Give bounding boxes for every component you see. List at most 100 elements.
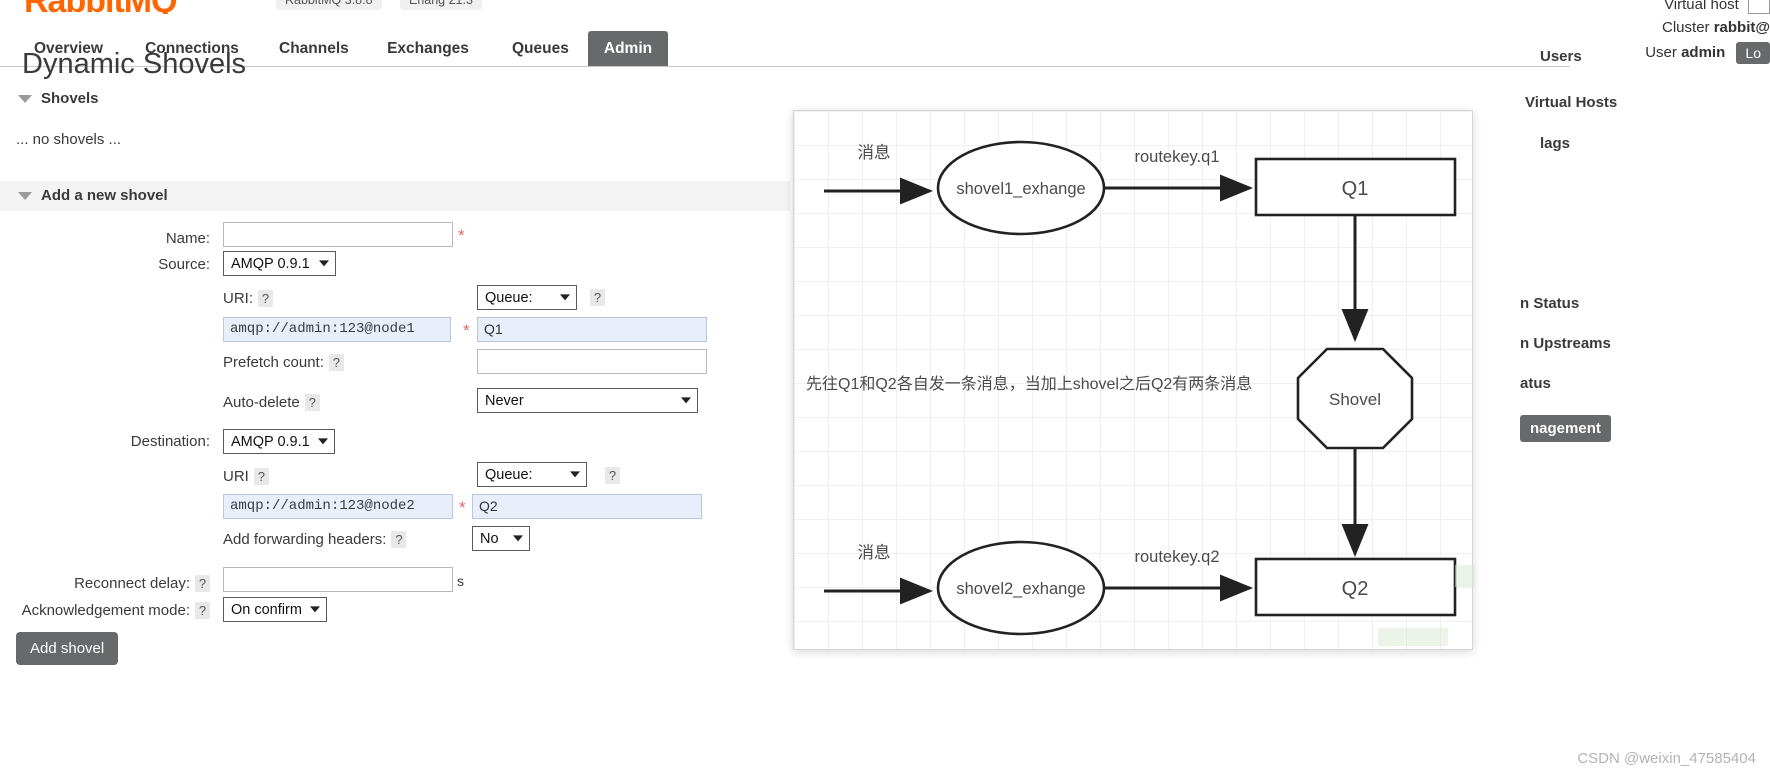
virtual-host-row: Virtual host — [1440, 0, 1770, 14]
ack-mode-label-text: Acknowledgement mode: — [21, 602, 190, 619]
page-fragment — [1455, 565, 1475, 587]
page-title: Dynamic Shovels — [22, 48, 247, 80]
help-icon[interactable]: ? — [590, 289, 605, 306]
forwarding-headers-value: No — [480, 531, 499, 547]
ack-mode-select[interactable]: On confirm — [223, 597, 327, 622]
auto-delete-value: Never — [485, 393, 524, 409]
chevron-down-icon — [681, 396, 691, 403]
destination-queue-select-value: Queue: — [485, 467, 533, 483]
destination-protocol-select[interactable]: AMQP 0.9.1 — [223, 429, 335, 454]
source-label: Source: — [158, 256, 210, 273]
source-uri-required-marker: * — [463, 321, 470, 340]
help-icon[interactable]: ? — [258, 290, 273, 307]
name-required-marker: * — [458, 226, 465, 245]
chevron-down-icon — [18, 192, 32, 201]
chevron-down-icon — [318, 437, 328, 444]
destination-queue-select[interactable]: Queue: — [477, 462, 587, 487]
destination-queue-input[interactable]: Q2 — [472, 494, 702, 519]
erlang-chip: Erlang 21.3 — [400, 0, 482, 10]
reconnect-delay-label: Reconnect delay:? — [35, 575, 210, 592]
main-nav: Overview Connections Channels Exchanges Queu… — [0, 31, 1770, 67]
chevron-down-icon — [18, 95, 32, 104]
watermark: CSDN @weixin_47585404 — [1577, 750, 1756, 767]
prefetch-count-input[interactable] — [477, 349, 707, 374]
no-shovels-message: ... no shovels ... — [16, 131, 122, 148]
queue2-label: Q2 — [1342, 578, 1369, 600]
diagram-canvas: shovel1_exhange 消息 routekey.q1 Q1 Shovel… — [806, 140, 1457, 636]
source-uri-label-text: URI: — [223, 290, 253, 307]
message-label-2: 消息 — [858, 543, 891, 562]
shovel-node-label: Shovel — [1329, 390, 1381, 409]
admin-menu-item-0[interactable]: Users — [1540, 48, 1582, 65]
ack-mode-label: Acknowledgement mode:? — [5, 602, 210, 619]
source-uri-input[interactable]: amqp://admin:123@node1 — [223, 317, 451, 342]
diagram-annotation: 先往Q1和Q2各自发一条消息，当加上shovel之后Q2有两条消息 — [806, 375, 1252, 393]
help-icon[interactable]: ? — [391, 531, 407, 548]
help-icon[interactable]: ? — [195, 575, 210, 592]
rabbitmq-logo: RabbitMQ — [24, 0, 178, 14]
chevron-down-icon — [310, 605, 320, 612]
tab-exchanges[interactable]: Exchanges — [370, 31, 486, 67]
admin-menu-item-3[interactable]: n Status — [1520, 295, 1579, 312]
virtual-host-label: Virtual host — [1664, 0, 1739, 13]
prefetch-count-label-text: Prefetch count: — [223, 354, 324, 371]
auto-delete-label: Auto-delete? — [223, 394, 320, 411]
destination-uri-input[interactable]: amqp://admin:123@node2 — [223, 494, 453, 519]
add-shovel-section-header[interactable]: Add a new shovel — [18, 187, 168, 204]
help-icon[interactable]: ? — [605, 467, 620, 484]
admin-menu-item-2[interactable]: lags — [1540, 135, 1570, 152]
chevron-down-icon — [513, 534, 523, 541]
routekey1-label: routekey.q1 — [1135, 148, 1220, 166]
auto-delete-select[interactable]: Never — [477, 388, 698, 413]
prefetch-count-label: Prefetch count:? — [223, 354, 344, 371]
help-icon[interactable]: ? — [253, 468, 269, 485]
name-label: Name: — [165, 230, 210, 247]
virtual-host-select[interactable] — [1748, 0, 1770, 14]
add-shovel-button[interactable]: Add shovel — [16, 632, 119, 665]
add-shovel-section-label: Add a new shovel — [41, 187, 168, 204]
chevron-down-icon — [570, 470, 580, 477]
auto-delete-label-text: Auto-delete — [223, 394, 300, 411]
shovels-section-label: Shovels — [41, 90, 99, 107]
ack-mode-value: On confirm — [231, 602, 302, 618]
source-protocol-value: AMQP 0.9.1 — [231, 256, 310, 272]
forwarding-headers-label-text: Add forwarding headers: — [223, 531, 387, 548]
exchange1-label: shovel1_exhange — [956, 180, 1085, 198]
reconnect-delay-unit: s — [457, 573, 464, 589]
shovels-section-header[interactable]: Shovels — [18, 90, 99, 107]
page-fragment — [1378, 628, 1448, 646]
destination-uri-label-text: URI — [223, 468, 249, 485]
tab-admin[interactable]: Admin — [588, 31, 668, 67]
destination-protocol-value: AMQP 0.9.1 — [231, 434, 310, 450]
name-input[interactable] — [223, 222, 453, 247]
forwarding-headers-select[interactable]: No — [472, 526, 530, 551]
admin-menu-item-5[interactable]: atus — [1520, 375, 1551, 392]
source-queue-input[interactable]: Q1 — [477, 317, 707, 342]
chevron-down-icon — [560, 293, 570, 300]
message-label-1: 消息 — [858, 143, 891, 162]
source-queue-select-value: Queue: — [485, 290, 533, 306]
shovel-architecture-diagram: shovel1_exhange 消息 routekey.q1 Q1 Shovel… — [793, 110, 1473, 650]
queue1-label: Q1 — [1342, 178, 1369, 200]
admin-menu-item-1[interactable]: Virtual Hosts — [1525, 94, 1617, 111]
reconnect-delay-input[interactable] — [223, 567, 453, 592]
forwarding-headers-label: Add forwarding headers:? — [223, 531, 407, 548]
help-icon[interactable]: ? — [195, 602, 210, 619]
chevron-down-icon — [319, 259, 329, 266]
help-icon[interactable]: ? — [304, 394, 320, 411]
help-icon[interactable]: ? — [328, 354, 344, 371]
exchange2-label: shovel2_exhange — [956, 580, 1085, 598]
destination-uri-label: URI? — [223, 468, 269, 485]
destination-label: Destination: — [130, 433, 210, 450]
admin-menu-item-6[interactable]: nagement — [1520, 415, 1611, 442]
routekey2-label: routekey.q2 — [1135, 548, 1220, 566]
version-chip: RabbitMQ 3.8.8 — [276, 0, 382, 10]
reconnect-delay-label-text: Reconnect delay: — [74, 575, 190, 592]
admin-menu-item-4[interactable]: n Upstreams — [1520, 335, 1611, 352]
source-queue-select[interactable]: Queue: — [477, 285, 577, 310]
source-uri-label: URI:? — [223, 290, 273, 307]
destination-uri-required-marker: * — [459, 498, 466, 517]
source-protocol-select[interactable]: AMQP 0.9.1 — [223, 251, 336, 276]
tab-queues[interactable]: Queues — [498, 31, 576, 67]
tab-channels[interactable]: Channels — [265, 31, 358, 67]
